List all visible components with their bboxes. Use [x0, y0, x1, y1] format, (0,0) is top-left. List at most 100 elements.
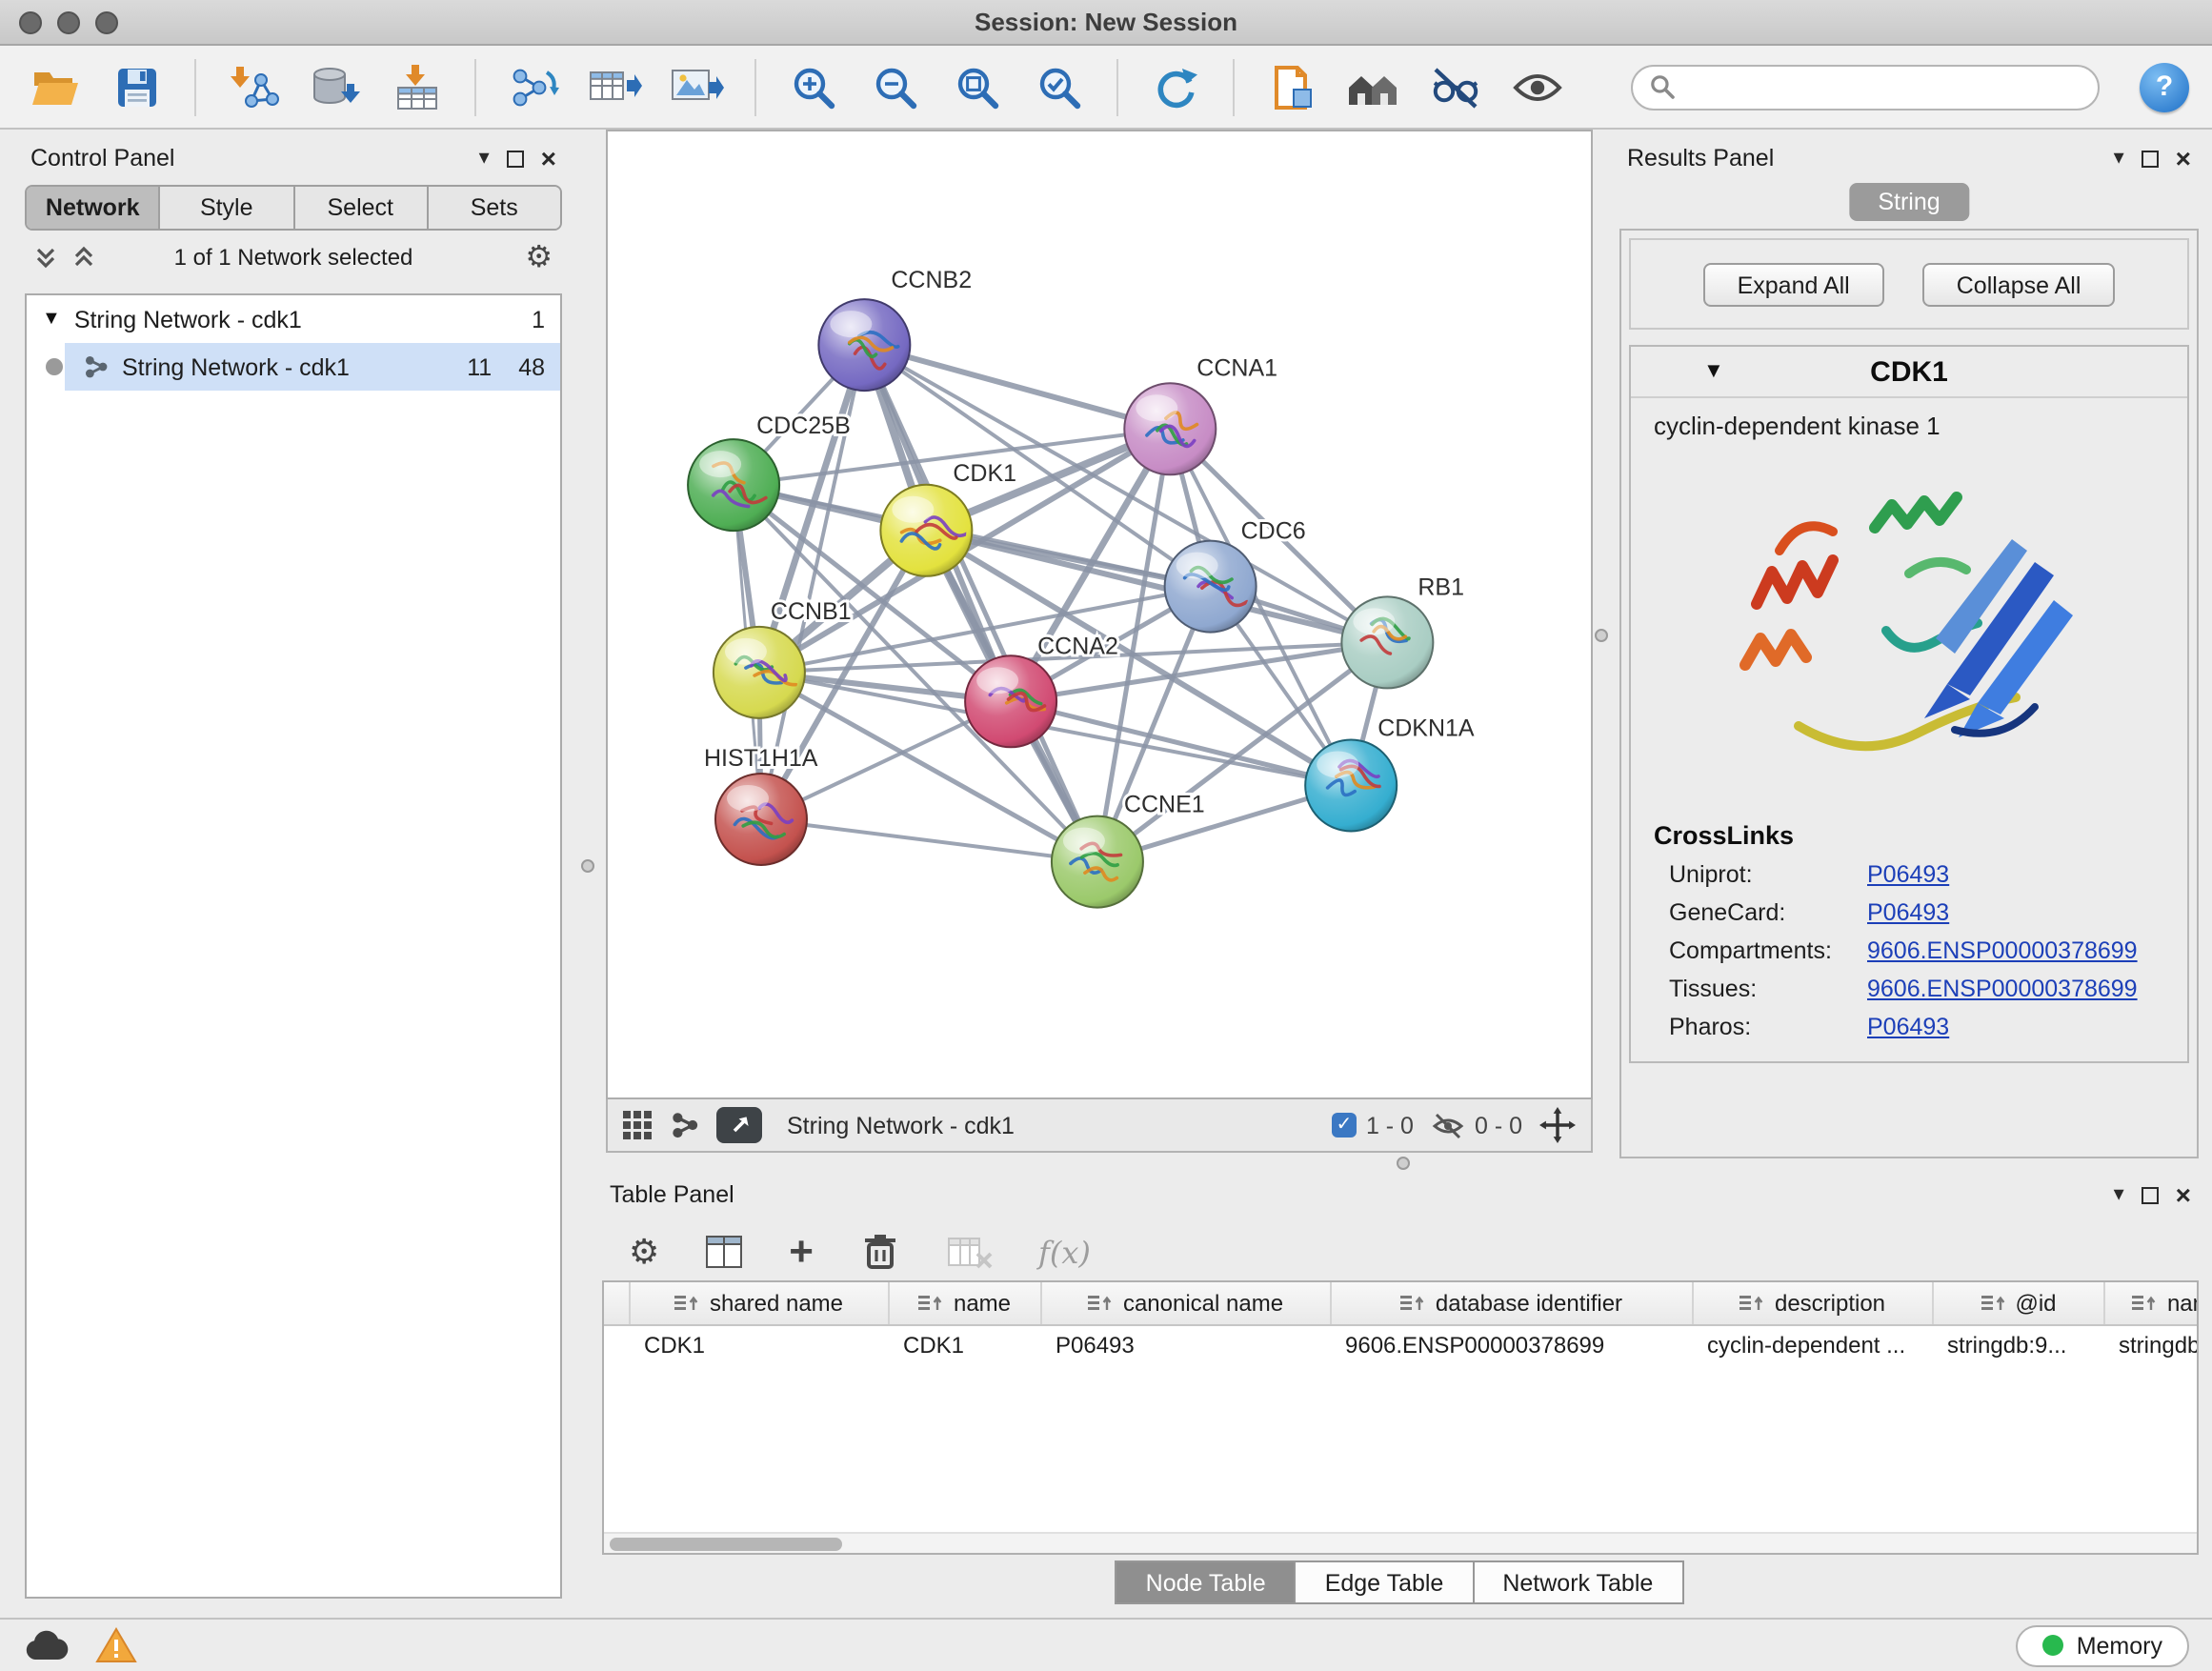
table-cell[interactable]: P06493	[1042, 1326, 1332, 1366]
network-collection-row[interactable]: ▼ String Network - cdk1 1	[27, 295, 560, 343]
column-header-description[interactable]: description	[1694, 1282, 1934, 1324]
panel-float-icon[interactable]	[2142, 1186, 2159, 1203]
network-node-CDKN1A[interactable]: CDKN1A	[1305, 715, 1475, 831]
table-settings-gear-icon[interactable]: ⚙	[629, 1232, 659, 1272]
left-splitter-handle[interactable]	[581, 859, 594, 873]
network-view-icon[interactable]	[671, 1111, 699, 1139]
crosslink-link[interactable]: 9606.ENSP00000378699	[1867, 937, 2138, 964]
network-node-CDK1[interactable]: CDK1	[880, 460, 1016, 576]
export-table-button[interactable]	[583, 56, 648, 117]
zoom-window-button[interactable]	[95, 11, 118, 34]
crosslink-link[interactable]: 9606.ENSP00000378699	[1867, 976, 2138, 1002]
function-builder-icon[interactable]: f(x)	[1038, 1234, 1091, 1270]
tab-style[interactable]: Style	[161, 187, 295, 229]
birds-eye-view-button[interactable]	[716, 1107, 762, 1143]
collapse-all-networks-icon[interactable]	[72, 246, 95, 269]
crosslink-link[interactable]: P06493	[1867, 899, 1949, 926]
expand-all-button[interactable]: Expand All	[1703, 263, 1884, 307]
panel-close-icon[interactable]: ×	[541, 145, 556, 171]
panel-menu-icon[interactable]: ▾	[2114, 148, 2124, 169]
column-header-name[interactable]: name	[890, 1282, 1042, 1324]
string-tab-badge[interactable]: String	[1849, 183, 1968, 221]
import-network-file-button[interactable]	[221, 56, 286, 117]
table-cell[interactable]: CDK1	[890, 1326, 1042, 1366]
panel-menu-icon[interactable]: ▾	[479, 148, 490, 169]
zoom-in-button[interactable]	[781, 56, 846, 117]
network-row[interactable]: String Network - cdk1 11 48	[27, 343, 560, 391]
network-options-gear-icon[interactable]: ⚙	[525, 238, 553, 276]
collapse-triangle-icon[interactable]: ▼	[1703, 360, 1724, 383]
show-graphics-details-button[interactable]	[1505, 56, 1570, 117]
collapse-all-button[interactable]: Collapse All	[1922, 263, 2116, 307]
scrollbar-thumb[interactable]	[610, 1538, 842, 1551]
gene-section-header[interactable]: ▼ CDK1	[1631, 347, 2187, 398]
panel-float-icon[interactable]	[507, 150, 524, 167]
open-session-button[interactable]	[23, 56, 88, 117]
network-icon	[84, 354, 109, 379]
bottom-splitter-handle[interactable]	[1397, 1157, 1410, 1170]
import-network-database-button[interactable]	[303, 56, 368, 117]
hide-details-button[interactable]	[1423, 56, 1488, 117]
column-header-shared-name[interactable]: shared name	[631, 1282, 890, 1324]
delete-column-trash-icon[interactable]	[859, 1231, 901, 1273]
tab-select[interactable]: Select	[294, 187, 429, 229]
selected-checkbox-icon[interactable]: ✓	[1332, 1113, 1357, 1137]
network-edge[interactable]	[864, 345, 1097, 861]
table-cell[interactable]: stringdb:9...	[1934, 1326, 2105, 1366]
crosslink-link[interactable]: P06493	[1867, 1014, 1949, 1040]
network-node-HIST1H1A[interactable]: HIST1H1A	[704, 745, 818, 865]
cloud-status-icon[interactable]	[23, 1629, 69, 1661]
help-button[interactable]: ?	[2140, 62, 2189, 111]
network-node-CCNB2[interactable]: CCNB2	[818, 267, 972, 391]
pan-crosshair-icon[interactable]	[1539, 1107, 1576, 1143]
report-button[interactable]	[1259, 56, 1324, 117]
horizontal-scrollbar[interactable]	[604, 1532, 2197, 1553]
warning-icon[interactable]	[95, 1627, 137, 1663]
save-session-button[interactable]	[105, 56, 170, 117]
table-cell[interactable]: 9606.ENSP00000378699	[1332, 1326, 1694, 1366]
tab-node-table[interactable]: Node Table	[1116, 1560, 1297, 1604]
tab-network[interactable]: Network	[27, 187, 161, 229]
network-edge[interactable]	[761, 819, 1097, 862]
panel-close-icon[interactable]: ×	[2176, 1181, 2191, 1208]
show-columns-icon[interactable]	[705, 1233, 743, 1271]
minimize-window-button[interactable]	[57, 11, 80, 34]
column-header--id[interactable]: @id	[1934, 1282, 2105, 1324]
eye-slash-icon[interactable]	[1431, 1112, 1465, 1138]
close-window-button[interactable]	[19, 11, 42, 34]
tab-edge-table[interactable]: Edge Table	[1295, 1560, 1475, 1604]
network-edge[interactable]	[864, 345, 1170, 429]
expand-all-networks-icon[interactable]	[34, 246, 57, 269]
panel-close-icon[interactable]: ×	[2176, 145, 2191, 171]
add-column-icon[interactable]: +	[789, 1231, 814, 1273]
network-graph[interactable]: CCNB2CCNA1CDC25BCDK1CDC6RB1CCNB1CCNA2CDK…	[608, 131, 1591, 1097]
table-row[interactable]: CDK1CDK1P064939606.ENSP00000378699cyclin…	[604, 1326, 2197, 1366]
tab-network-table[interactable]: Network Table	[1472, 1560, 1683, 1604]
network-node-CCNA1[interactable]: CCNA1	[1124, 354, 1277, 474]
crosslink-link[interactable]: P06493	[1867, 861, 1949, 888]
right-splitter-handle[interactable]	[1595, 629, 1608, 642]
memory-button[interactable]: Memory	[2016, 1624, 2189, 1666]
zoom-selected-button[interactable]	[1027, 56, 1092, 117]
new-network-from-selection-button[interactable]	[501, 56, 566, 117]
home-button[interactable]	[1341, 56, 1406, 117]
column-header-canonical-name[interactable]: canonical name	[1042, 1282, 1332, 1324]
import-table-button[interactable]	[385, 56, 450, 117]
table-cell[interactable]: CDK1	[631, 1326, 890, 1366]
tab-sets[interactable]: Sets	[429, 187, 561, 229]
table-cell[interactable]: cyclin-dependent ...	[1694, 1326, 1934, 1366]
refresh-button[interactable]	[1143, 56, 1208, 117]
grid-view-icon[interactable]	[623, 1110, 654, 1140]
zoom-fit-button[interactable]	[945, 56, 1010, 117]
panel-float-icon[interactable]	[2142, 150, 2159, 167]
column-header-database-identifier[interactable]: database identifier	[1332, 1282, 1694, 1324]
column-header-namespace[interactable]: namespace	[2105, 1282, 2199, 1324]
search-input[interactable]	[1686, 73, 2081, 100]
panel-menu-icon[interactable]: ▾	[2114, 1184, 2124, 1205]
table-cell[interactable]: stringdb	[2105, 1326, 2199, 1366]
export-image-button[interactable]	[665, 56, 730, 117]
network-node-RB1[interactable]: RB1	[1341, 574, 1464, 688]
zoom-out-button[interactable]	[863, 56, 928, 117]
network-canvas[interactable]: CCNB2CCNA1CDC25BCDK1CDC6RB1CCNB1CCNA2CDK…	[606, 130, 1593, 1099]
collapse-triangle-icon[interactable]: ▼	[42, 309, 61, 330]
